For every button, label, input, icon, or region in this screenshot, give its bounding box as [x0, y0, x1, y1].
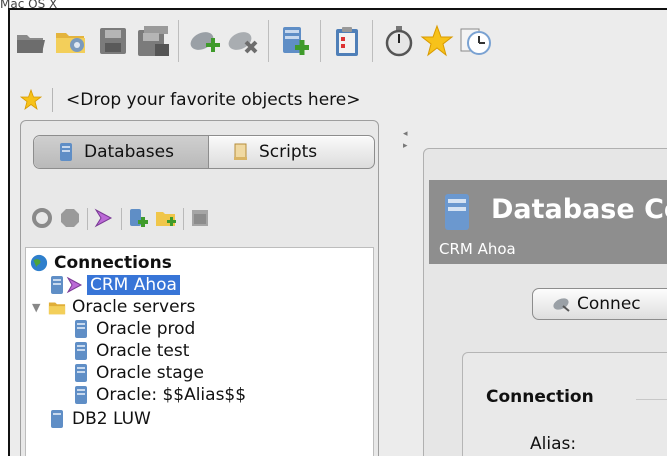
object-browser-panel: Databases Scripts Connections CRM Ahoa ▼…: [20, 120, 379, 456]
save-all-icon[interactable]: [136, 24, 170, 58]
panel-tabs: Databases Scripts: [33, 135, 375, 169]
tab-scripts-label: Scripts: [259, 142, 318, 162]
tools-separator: [183, 208, 184, 230]
tree-folder-oracle-servers[interactable]: ▼ Oracle servers: [32, 296, 198, 318]
tools-separator: [121, 208, 122, 230]
database-icon: [75, 364, 87, 382]
database-icon: [60, 143, 72, 161]
database-icon: [51, 410, 63, 428]
tree-root-label: Connections: [54, 253, 172, 273]
history-icon[interactable]: [458, 24, 492, 58]
save-icon[interactable]: [96, 24, 130, 58]
connect-icon[interactable]: [93, 207, 115, 229]
globe-icon: [30, 254, 48, 272]
clipboard-icon[interactable]: [330, 24, 364, 58]
tab-databases-label: Databases: [84, 142, 174, 162]
application-window: <Drop your favorite objects here> ◂ ▸ Dat…: [8, 8, 667, 456]
banner-subtitle: CRM Ahoa: [439, 240, 516, 258]
toolbar-separator: [178, 20, 179, 62]
new-database-icon[interactable]: [127, 207, 149, 229]
tree-item-label: Oracle prod: [96, 319, 196, 339]
database-icon: [75, 342, 87, 360]
banner-title: Database Co: [491, 194, 667, 225]
window-icon[interactable]: [189, 207, 211, 229]
toolbar-separator: [320, 20, 321, 62]
tree-item-db2-luw[interactable]: DB2 LUW: [48, 408, 154, 430]
tree-item-label: CRM Ahoa: [87, 275, 180, 295]
tree-item-oracle-alias[interactable]: Oracle: $$Alias$$: [72, 384, 249, 406]
database-icon: [75, 320, 87, 338]
plug-icon: [553, 298, 570, 312]
database-connection-banner: Database Co CRM Ahoa: [429, 180, 667, 264]
favorites-star-icon: [19, 88, 43, 111]
toolbar-separator: [268, 20, 269, 62]
toolbar-separator: [372, 20, 373, 62]
gear-folder-icon[interactable]: [54, 24, 88, 58]
disconnect-plug-icon[interactable]: [226, 24, 260, 58]
expand-triangle-icon[interactable]: ▼: [32, 301, 48, 314]
tree-item-oracle-test[interactable]: Oracle test: [72, 340, 192, 362]
section-title: Connection: [486, 387, 594, 407]
tree-item-label: Oracle: $$Alias$$: [96, 385, 247, 405]
tab-databases[interactable]: Databases: [34, 136, 209, 168]
add-database-icon[interactable]: [278, 24, 312, 58]
favorites-placeholder: <Drop your favorite objects here>: [66, 90, 361, 110]
splitter-arrows[interactable]: ◂ ▸: [403, 128, 408, 152]
favorite-star-icon[interactable]: [420, 24, 454, 58]
refresh-icon[interactable]: [31, 207, 53, 229]
connected-icon: [66, 276, 83, 294]
tree-item-label: Oracle stage: [96, 363, 204, 383]
tab-scripts[interactable]: Scripts: [209, 136, 374, 168]
tree-item-oracle-prod[interactable]: Oracle prod: [72, 318, 198, 340]
tree-item-label: Oracle test: [96, 341, 190, 361]
tree-item-crm-ahoa[interactable]: CRM Ahoa: [48, 274, 180, 296]
tree-item-label: DB2 LUW: [72, 409, 151, 429]
section-divider: [636, 399, 667, 400]
favorites-bar[interactable]: <Drop your favorite objects here>: [10, 84, 667, 116]
script-icon: [234, 143, 247, 160]
tools-separator: [87, 208, 88, 230]
connections-tree[interactable]: Connections CRM Ahoa ▼ Oracle servers Or…: [25, 247, 374, 456]
database-icon: [51, 276, 63, 294]
database-icon: [445, 194, 469, 230]
open-folder-icon[interactable]: [14, 24, 48, 58]
stopwatch-icon[interactable]: [382, 24, 416, 58]
tree-root-connections[interactable]: Connections: [30, 252, 175, 274]
tree-item-label: Oracle servers: [72, 297, 196, 317]
folder-icon: [48, 302, 66, 315]
tree-item-oracle-stage[interactable]: Oracle stage: [72, 362, 207, 384]
main-toolbar: [10, 10, 667, 78]
database-icon: [75, 386, 87, 404]
favorites-separator: [52, 88, 53, 112]
connection-button-label: Connec: [577, 294, 641, 314]
new-folder-icon[interactable]: [155, 207, 177, 229]
connection-button[interactable]: Connec: [532, 288, 667, 320]
stop-icon[interactable]: [59, 207, 81, 229]
connect-plug-icon[interactable]: [188, 24, 222, 58]
alias-label: Alias:: [530, 434, 577, 454]
